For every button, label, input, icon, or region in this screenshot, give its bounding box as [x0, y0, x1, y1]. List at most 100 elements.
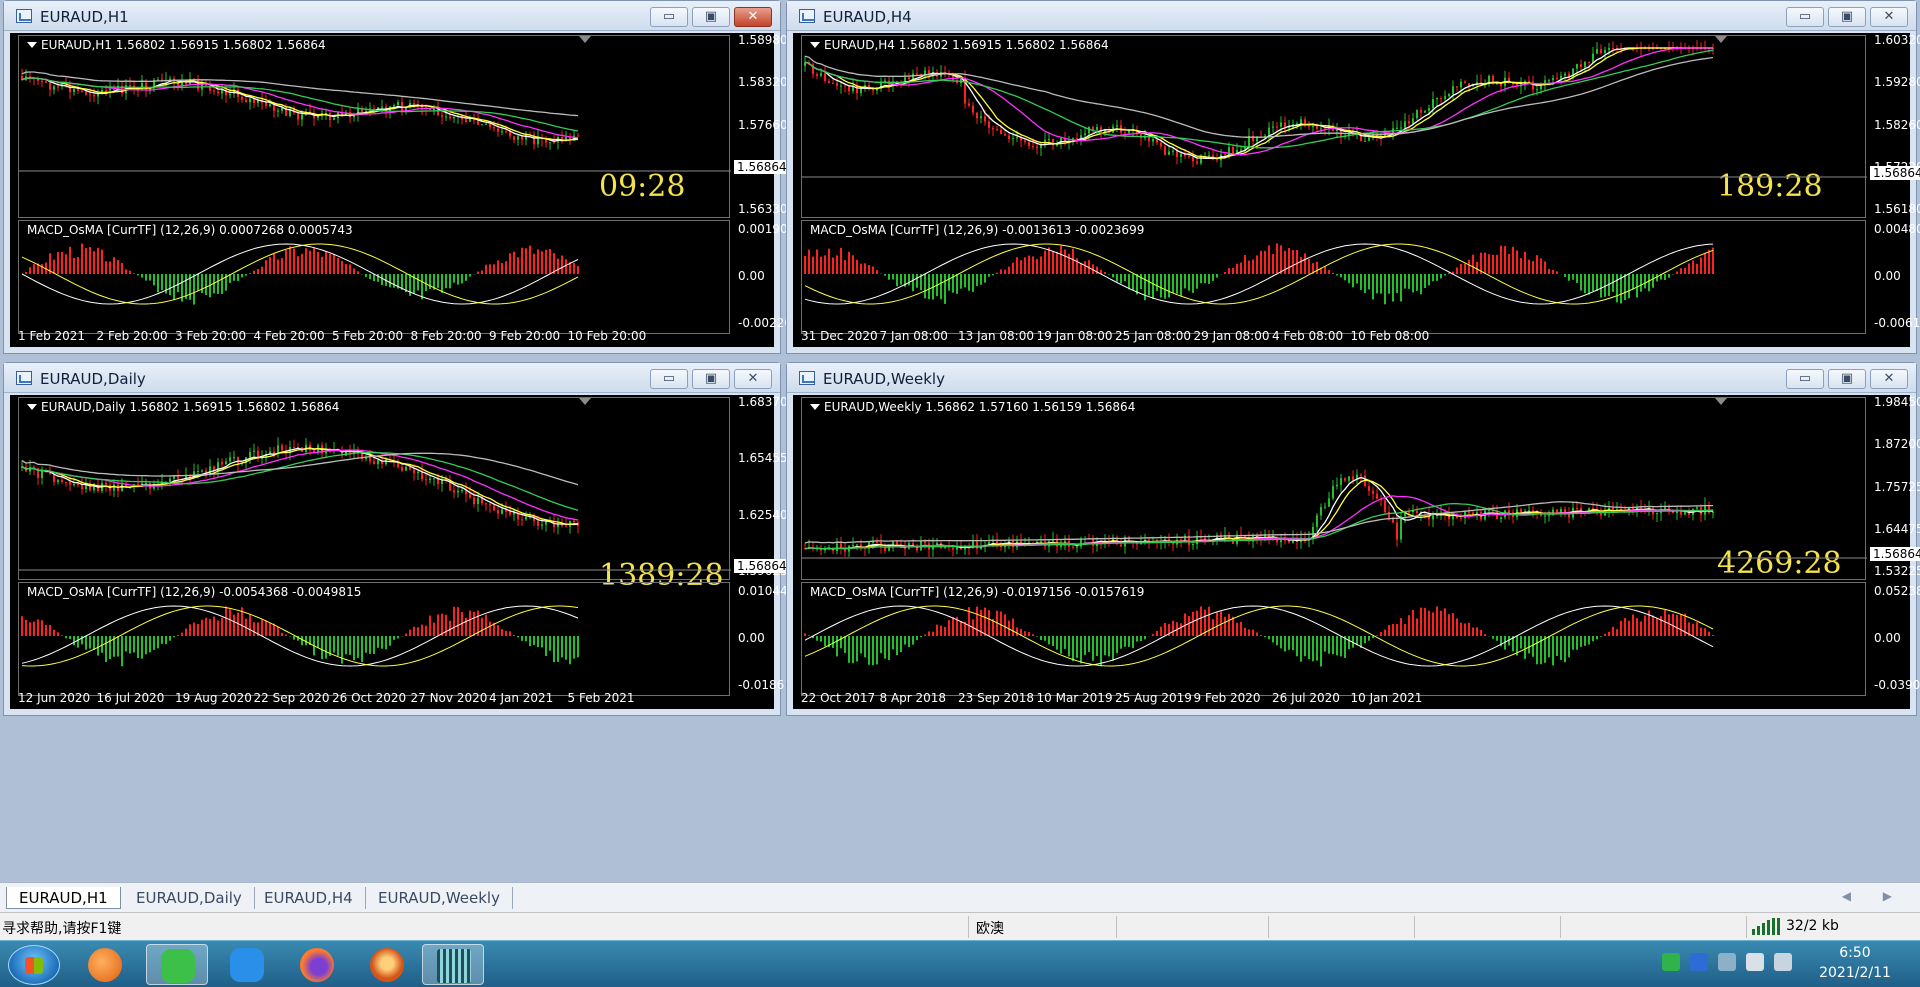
- connection-bars-icon: [1752, 918, 1782, 935]
- time-axis-label: 3 Feb 20:00: [175, 329, 247, 343]
- time-axis-label: 23 Sep 2018: [958, 691, 1035, 705]
- minimize-button[interactable]: ▭: [1786, 369, 1824, 389]
- price-panel[interactable]: EURAUD,H1 1.56802 1.56915 1.56802 1.5686…: [18, 35, 731, 218]
- window-title: EURAUD,H4: [823, 8, 912, 26]
- time-axis-label: 2 Feb 20:00: [96, 329, 168, 343]
- chart-canvas[interactable]: EURAUD,H4 1.56802 1.56915 1.56802 1.5686…: [793, 33, 1920, 347]
- chart-window-icon: [16, 371, 32, 385]
- close-button[interactable]: ✕: [1870, 7, 1908, 27]
- indicator-scale-label: 0.0048017: [1874, 222, 1920, 236]
- indicator-panel[interactable]: MACD_OsMA [CurrTF] (12,26,9) -0.0013613 …: [801, 220, 1866, 334]
- foxit-app-icon[interactable]: [74, 944, 136, 985]
- indicator-panel[interactable]: MACD_OsMA [CurrTF] (12,26,9) 0.0007268 0…: [18, 220, 730, 334]
- minimize-button[interactable]: ▭: [650, 369, 688, 389]
- current-price-tag: 1.56864: [1870, 547, 1920, 561]
- price-scale-label: 1.57660: [738, 117, 788, 132]
- maximize-button[interactable]: ▣: [1828, 7, 1866, 27]
- close-button[interactable]: ✕: [734, 7, 772, 27]
- chart-canvas[interactable]: EURAUD,H1 1.56802 1.56915 1.56802 1.5686…: [10, 33, 807, 347]
- wechat-app-icon[interactable]: [146, 944, 208, 985]
- window-titlebar[interactable]: EURAUD,Weekly ▭ ▣ ✕: [787, 363, 1916, 393]
- chart-canvas[interactable]: EURAUD,Daily 1.56802 1.56915 1.56802 1.5…: [10, 395, 803, 709]
- time-axis-label: 26 Jul 2020: [1272, 691, 1340, 705]
- price-scale-label: 1.58980: [738, 33, 788, 47]
- volume-icon[interactable]: [1746, 953, 1764, 971]
- taskbar-clock[interactable]: 6:50 2021/2/11: [1800, 943, 1910, 983]
- time-axis-label: 9 Feb 20:00: [489, 329, 561, 343]
- chart-tab-bar: EURAUD,H1 EURAUD,Daily EURAUD,H4 EURAUD,…: [0, 882, 1920, 912]
- price-panel[interactable]: EURAUD,Daily 1.56802 1.56915 1.56802 1.5…: [18, 397, 731, 593]
- status-help-text: 寻求帮助,请按F1键: [2, 921, 122, 937]
- time-axis-label: 4 Feb 08:00: [1272, 329, 1344, 343]
- maximize-button[interactable]: ▣: [692, 7, 730, 27]
- time-axis-label: 19 Jan 08:00: [1036, 329, 1113, 343]
- price-scale-label: 1.64475: [1874, 521, 1920, 536]
- indicator-scale-label: 0.0523835: [1874, 584, 1920, 598]
- wechat-tray-icon[interactable]: [1662, 953, 1680, 971]
- indicator-scale-label: -0.0061023: [1874, 316, 1920, 330]
- signal-icon[interactable]: [1774, 953, 1792, 971]
- window-titlebar[interactable]: EURAUD,H1 ▭ ▣ ✕: [4, 1, 780, 31]
- price-scale-label: 1.56180: [1874, 202, 1920, 216]
- indicator-scale-label: 0.00: [1874, 269, 1901, 283]
- close-button[interactable]: ✕: [734, 369, 772, 389]
- price-chart-svg: [19, 437, 731, 571]
- price-panel[interactable]: EURAUD,Weekly 1.56862 1.57160 1.56159 1.…: [801, 397, 1867, 581]
- price-scale-label: 1.62540: [738, 507, 788, 522]
- time-axis-label: 5 Feb 2021: [567, 691, 635, 705]
- price-scale-label: 1.58260: [1874, 117, 1920, 132]
- mdi-workspace: EURAUD,H1 ▭ ▣ ✕ EURAUD,H1 1.56802 1.5691…: [0, 0, 1920, 882]
- time-axis: 12 Jun 2020 16 Jul 2020 19 Aug 2020 22 Sep …: [18, 691, 730, 707]
- time-axis-label: 29 Jan 08:00: [1193, 329, 1270, 343]
- price-chart-svg: [19, 68, 731, 172]
- current-price-tag: 1.56864: [1870, 166, 1920, 180]
- window-titlebar[interactable]: EURAUD,Daily ▭ ▣ ✕: [4, 363, 780, 393]
- maximize-button[interactable]: ▣: [692, 369, 730, 389]
- minimize-button[interactable]: ▭: [650, 7, 688, 27]
- price-scale-label: 1.75725: [1874, 479, 1920, 494]
- indicator-panel[interactable]: MACD_OsMA [CurrTF] (12,26,9) -0.0197156 …: [801, 582, 1866, 696]
- indicator-scale-label: -0.0390127: [1874, 678, 1920, 692]
- firefox-app-icon[interactable]: [286, 944, 348, 985]
- chart-window-h1[interactable]: EURAUD,H1 ▭ ▣ ✕ EURAUD,H1 1.56802 1.5691…: [3, 0, 807, 354]
- indicator-panel[interactable]: MACD_OsMA [CurrTF] (12,26,9) -0.0054368 …: [18, 582, 730, 696]
- price-scale-label: 1.98450: [1874, 395, 1920, 409]
- taskbar: 6:50 2021/2/11: [0, 940, 1920, 987]
- time-axis-label: 25 Jan 08:00: [1115, 329, 1191, 343]
- tab-euraud-h4[interactable]: EURAUD,H4: [252, 887, 366, 909]
- window-title: EURAUD,Weekly: [823, 370, 945, 388]
- window-title: EURAUD,Daily: [40, 370, 146, 388]
- chart-window-weekly[interactable]: EURAUD,Weekly ▭ ▣ ✕ EURAUD,Weekly 1.5686…: [786, 362, 1920, 716]
- network-icon[interactable]: [1718, 953, 1736, 971]
- maximize-button[interactable]: ▣: [1828, 369, 1866, 389]
- mascot-app-icon[interactable]: [356, 944, 418, 985]
- start-button[interactable]: [8, 945, 60, 985]
- price-scale-label: 1.68370: [738, 395, 788, 409]
- tab-euraud-h1[interactable]: EURAUD,H1: [6, 887, 121, 909]
- time-axis-label: 5 Feb 20:00: [332, 329, 404, 343]
- time-axis-label: 10 Feb 08:00: [1350, 329, 1430, 343]
- time-axis-label: 8 Apr 2018: [879, 691, 947, 705]
- shield-icon[interactable]: [1690, 953, 1708, 971]
- chart-window-h4[interactable]: EURAUD,H4 ▭ ▣ ✕ EURAUD,H4 1.56802 1.5691…: [786, 0, 1920, 354]
- price-panel[interactable]: EURAUD,H4 1.56802 1.56915 1.56802 1.5686…: [801, 35, 1867, 218]
- minimize-button[interactable]: ▭: [1786, 7, 1824, 27]
- price-scale-label: 1.65455: [738, 451, 788, 466]
- window-title: EURAUD,H1: [40, 8, 129, 26]
- chart-window-daily[interactable]: EURAUD,Daily ▭ ▣ ✕ EURAUD,Daily 1.56802 …: [3, 362, 803, 716]
- chart-canvas[interactable]: EURAUD,Weekly 1.56862 1.57160 1.56159 1.…: [793, 395, 1920, 709]
- time-axis-label: 12 Jun 2020: [18, 691, 91, 705]
- close-button[interactable]: ✕: [1870, 369, 1908, 389]
- time-axis-label: 4 Feb 20:00: [253, 329, 325, 343]
- time-axis-label: 7 Jan 08:00: [879, 329, 948, 343]
- window-titlebar[interactable]: EURAUD,H4 ▭ ▣ ✕: [787, 1, 1916, 31]
- indicator-scale-label: 0.00: [1874, 631, 1901, 645]
- tab-euraud-daily[interactable]: EURAUD,Daily: [124, 887, 255, 909]
- edit-app-icon[interactable]: [216, 944, 278, 985]
- tab-scroll-arrows[interactable]: ◀ ▶: [1842, 889, 1906, 903]
- qr-app-icon[interactable]: [422, 944, 484, 985]
- price-scale-label: 1.59280: [1874, 75, 1920, 90]
- chart-window-icon: [799, 371, 815, 385]
- time-axis-label: 31 Dec 2020: [801, 329, 878, 343]
- tab-euraud-weekly[interactable]: EURAUD,Weekly: [366, 887, 513, 909]
